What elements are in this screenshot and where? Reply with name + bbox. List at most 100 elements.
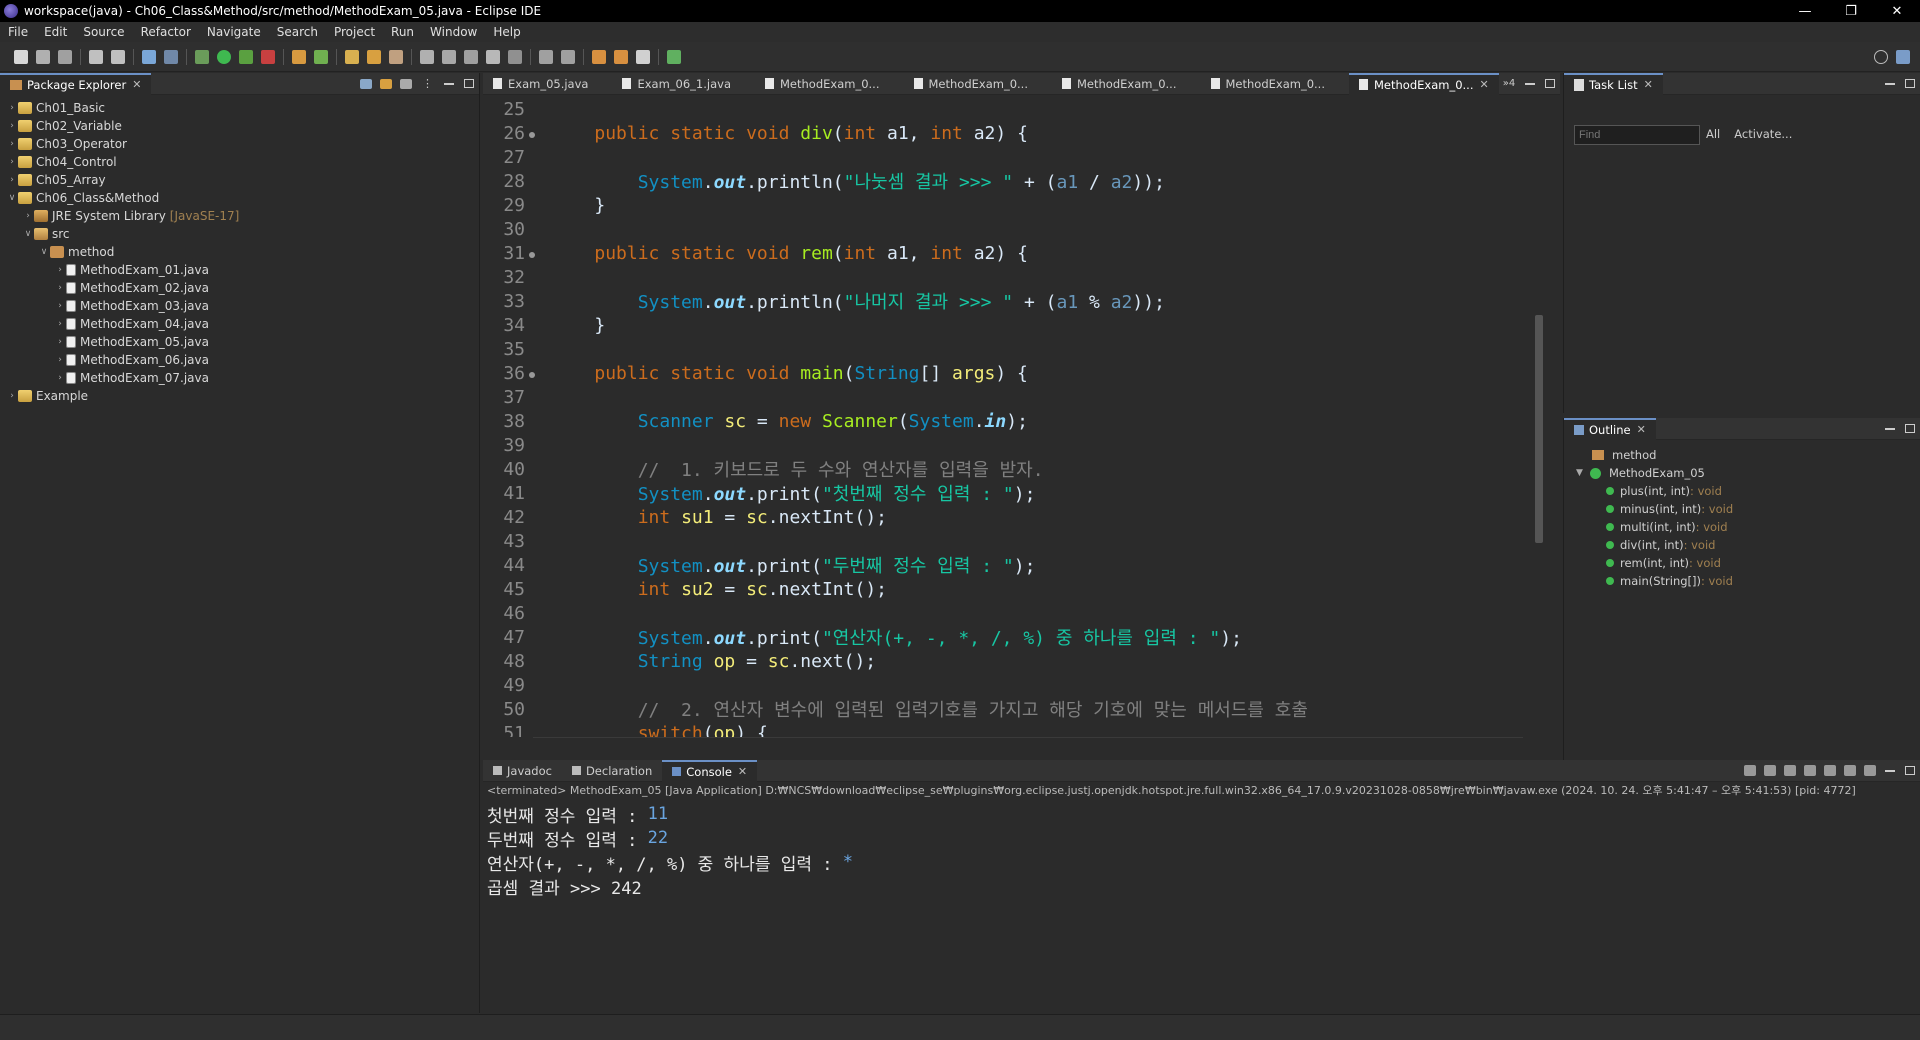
fold-marker-icon[interactable] bbox=[529, 131, 535, 138]
console-tab-declaration[interactable]: Declaration bbox=[562, 760, 662, 782]
search-tool-icon[interactable] bbox=[389, 49, 403, 64]
outline-class[interactable]: ▼ MethodExam_05 bbox=[1576, 464, 1920, 482]
maximize-icon[interactable] bbox=[1905, 79, 1915, 88]
view-menu-icon[interactable]: ⋮ bbox=[422, 77, 433, 90]
code-line[interactable]: 41 System.out.print("첫번째 정수 입력 : "); bbox=[483, 481, 1528, 506]
chevron-down-icon[interactable]: ∨ bbox=[22, 229, 34, 239]
code-line[interactable]: 26 public static void div(int a1, int a2… bbox=[483, 121, 1528, 145]
save-icon[interactable] bbox=[36, 49, 50, 64]
menu-search[interactable]: Search bbox=[269, 25, 326, 39]
menu-project[interactable]: Project bbox=[326, 25, 383, 39]
new-java-project-icon[interactable] bbox=[292, 49, 306, 64]
code-line[interactable]: 43 bbox=[483, 529, 1528, 553]
editor-tab[interactable]: MethodExam_0... bbox=[1052, 73, 1201, 95]
chevron-down-icon[interactable]: ∨ bbox=[38, 247, 50, 257]
tree-item[interactable]: › MethodExam_01.java bbox=[0, 261, 479, 279]
chevron-right-icon[interactable]: › bbox=[6, 121, 18, 131]
close-icon[interactable]: ✕ bbox=[1480, 78, 1489, 91]
code-line[interactable]: 33 System.out.println("나머지 결과 >>> " + (a… bbox=[483, 289, 1528, 314]
scrollbar-thumb[interactable] bbox=[1535, 315, 1543, 543]
chevron-right-icon[interactable]: › bbox=[54, 373, 66, 383]
minimize-icon[interactable] bbox=[1885, 82, 1895, 85]
code-line[interactable]: 44 System.out.print("두번째 정수 입력 : "); bbox=[483, 553, 1528, 578]
editor-tab[interactable]: MethodExam_0... bbox=[755, 73, 904, 95]
code-line[interactable]: 37 bbox=[483, 385, 1528, 409]
chevron-right-icon[interactable]: › bbox=[54, 265, 66, 275]
toggle-mark-icon[interactable] bbox=[420, 49, 434, 64]
forward-icon[interactable] bbox=[636, 49, 650, 64]
skip-breakpoints-icon[interactable] bbox=[164, 49, 178, 64]
search-icon[interactable] bbox=[1874, 49, 1888, 64]
chevron-down-icon[interactable]: ▼ bbox=[1576, 468, 1590, 478]
tree-item[interactable]: ∨ src bbox=[0, 225, 479, 243]
tab-outline[interactable]: Outline ✕ bbox=[1564, 417, 1656, 440]
outline-package[interactable]: method bbox=[1576, 446, 1920, 464]
outline-member[interactable]: rem(int, int) : void bbox=[1576, 554, 1920, 572]
code-line[interactable]: 48 String op = sc.next(); bbox=[483, 649, 1528, 673]
open-task-icon[interactable] bbox=[367, 49, 381, 64]
chevron-right-icon[interactable]: › bbox=[6, 391, 18, 401]
console-tab-console[interactable]: Console ✕ bbox=[662, 759, 758, 782]
tree-item[interactable]: › MethodExam_02.java bbox=[0, 279, 479, 297]
code-line[interactable]: 27 bbox=[483, 145, 1528, 169]
close-icon[interactable]: ✕ bbox=[1637, 423, 1646, 436]
code-line[interactable]: 35 bbox=[483, 337, 1528, 361]
redo-icon[interactable] bbox=[111, 49, 125, 64]
code-line[interactable]: 51 switch(op) { bbox=[483, 721, 1528, 738]
editor-tab[interactable]: MethodExam_0... bbox=[904, 73, 1053, 95]
code-line[interactable]: 31 public static void rem(int a1, int a2… bbox=[483, 241, 1528, 265]
maximize-icon[interactable] bbox=[1545, 79, 1555, 88]
menu-window[interactable]: Window bbox=[422, 25, 485, 39]
tree-item[interactable]: ∨ Ch06_Class&Method bbox=[0, 189, 479, 207]
code-line[interactable]: 47 System.out.print("연산자(+, -, *, /, %) … bbox=[483, 625, 1528, 650]
console-tab-javadoc[interactable]: Javadoc bbox=[483, 760, 562, 782]
editor-vertical-scrollbar[interactable] bbox=[1532, 97, 1546, 733]
tree-item[interactable]: ∨ method bbox=[0, 243, 479, 261]
link-editor-icon[interactable] bbox=[380, 78, 392, 89]
chevron-right-icon[interactable]: › bbox=[6, 103, 18, 113]
code-line[interactable]: 25 bbox=[483, 97, 1528, 121]
tab-task-list[interactable]: Task List ✕ bbox=[1564, 72, 1663, 95]
coverage-icon[interactable] bbox=[239, 49, 253, 64]
code-line[interactable]: 36 public static void main(String[] args… bbox=[483, 361, 1528, 385]
close-window-button[interactable]: ✕ bbox=[1874, 0, 1920, 22]
code-line[interactable]: 45 int su2 = sc.nextInt(); bbox=[483, 577, 1528, 601]
perspective-icon[interactable] bbox=[1896, 49, 1910, 64]
tree-item[interactable]: › Ch01_Basic bbox=[0, 99, 479, 117]
menu-help[interactable]: Help bbox=[485, 25, 528, 39]
editor-tab[interactable]: Exam_05.java bbox=[483, 73, 612, 95]
tree-item[interactable]: › MethodExam_05.java bbox=[0, 333, 479, 351]
tree-item[interactable]: › MethodExam_06.java bbox=[0, 351, 479, 369]
maximize-icon[interactable] bbox=[1905, 424, 1915, 433]
editor-tab[interactable]: Exam_06_1.java bbox=[612, 73, 755, 95]
maximize-icon[interactable] bbox=[1905, 766, 1915, 775]
code-line[interactable]: 38 Scanner sc = new Scanner(System.in); bbox=[483, 409, 1528, 433]
toggle-highlight-icon[interactable] bbox=[464, 49, 478, 64]
outline-member[interactable]: minus(int, int) : void bbox=[1576, 500, 1920, 518]
new-icon[interactable] bbox=[14, 49, 28, 64]
remove-launch-icon[interactable] bbox=[1764, 765, 1776, 776]
scroll-lock-icon[interactable] bbox=[1804, 765, 1816, 776]
fold-marker-icon[interactable] bbox=[529, 251, 535, 258]
chevron-right-icon[interactable]: › bbox=[54, 301, 66, 311]
chevron-right-icon[interactable]: › bbox=[6, 157, 18, 167]
chevron-down-icon[interactable]: ∨ bbox=[6, 193, 18, 203]
pin-editor-icon[interactable] bbox=[667, 49, 681, 64]
outline-member[interactable]: plus(int, int) : void bbox=[1576, 482, 1920, 500]
editor-tab[interactable]: MethodExam_0... bbox=[1201, 73, 1350, 95]
close-icon[interactable]: ✕ bbox=[132, 78, 141, 91]
word-wrap-icon[interactable] bbox=[1824, 765, 1836, 776]
editor-tab[interactable]: MethodExam_0... ✕ bbox=[1349, 72, 1499, 95]
pin-console-icon[interactable] bbox=[1844, 765, 1856, 776]
chevron-right-icon[interactable]: › bbox=[6, 175, 18, 185]
terminal-icon[interactable] bbox=[142, 49, 156, 64]
outline-member[interactable]: main(String[]) : void bbox=[1576, 572, 1920, 590]
tree-item[interactable]: › Example bbox=[0, 387, 479, 405]
close-icon[interactable]: ✕ bbox=[738, 765, 747, 778]
save-all-icon[interactable] bbox=[58, 49, 72, 64]
code-line[interactable]: 39 bbox=[483, 433, 1528, 457]
code-editor[interactable]: 25 26 public static void div(int a1, int … bbox=[483, 97, 1528, 737]
run-icon[interactable] bbox=[217, 49, 231, 64]
chevron-right-icon[interactable]: › bbox=[54, 355, 66, 365]
tree-item[interactable]: › MethodExam_03.java bbox=[0, 297, 479, 315]
